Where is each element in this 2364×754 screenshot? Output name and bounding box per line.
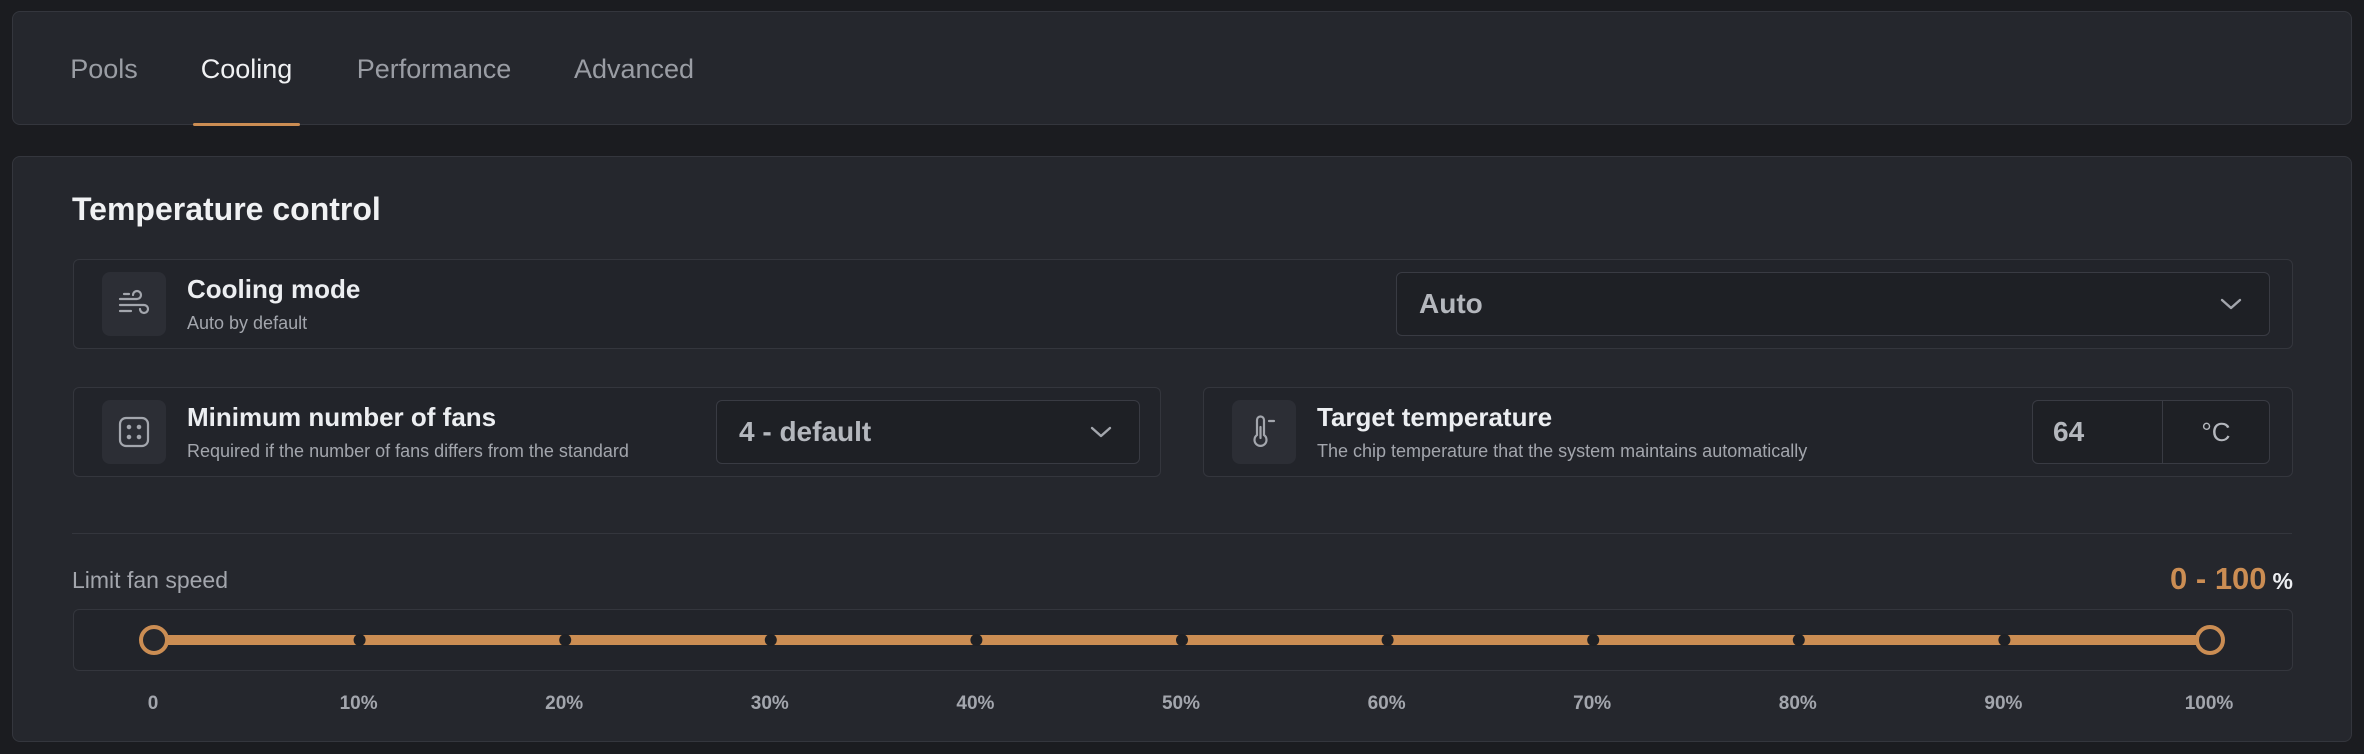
cooling-mode-row: Cooling mode Auto by default Auto xyxy=(73,259,2293,349)
cooling-mode-value: Auto xyxy=(1419,288,1483,319)
slider-handle-min[interactable] xyxy=(139,625,169,655)
slider-step-dot xyxy=(1792,634,1805,646)
cooling-mode-select[interactable]: Auto xyxy=(1396,272,2270,336)
tab-advanced[interactable]: Advanced xyxy=(565,12,703,126)
slider-tick-label: 100% xyxy=(2184,693,2234,714)
fan-speed-range: 0 - 100 xyxy=(2170,561,2267,596)
min-fans-value: 4 - default xyxy=(739,416,872,447)
slider-step-dot xyxy=(1176,634,1188,646)
min-fans-subtitle: Required if the number of fans differs f… xyxy=(187,441,629,461)
slider-handle-max[interactable] xyxy=(2195,625,2225,655)
slider-tick-label: 80% xyxy=(1778,693,1817,714)
tabs-bar: Pools Cooling Performance Advanced xyxy=(12,11,2352,126)
thermometer-icon xyxy=(1232,400,1296,464)
temperature-control-card: Temperature control Cooling mode Auto by… xyxy=(12,156,2352,742)
fan-speed-label: Limit fan speed xyxy=(72,567,228,593)
target-temperature-row: Target temperature The chip temperature … xyxy=(1203,387,2293,477)
slider-tick-label: 20% xyxy=(545,693,584,714)
target-temperature-unit: °C xyxy=(2201,416,2231,447)
slider-tick-label: 0 xyxy=(147,693,159,714)
chevron-down-icon xyxy=(2220,298,2242,310)
cooling-mode-title: Cooling mode xyxy=(187,274,361,304)
slider-tick-label: 50% xyxy=(1161,693,1201,714)
slider-step-dot xyxy=(970,634,983,646)
slider-step-dot xyxy=(559,634,572,646)
divider xyxy=(72,533,2292,534)
slider-tick-label: 10% xyxy=(339,693,378,714)
slider-tick-label: 60% xyxy=(1367,693,1406,714)
slider-tick-label: 40% xyxy=(956,693,995,714)
fan-speed-unit: % xyxy=(2272,568,2293,594)
slider-step-dot xyxy=(353,634,366,646)
tab-performance[interactable]: Performance xyxy=(348,12,520,126)
slider-step-dot xyxy=(764,634,777,646)
tab-pools[interactable]: Pools xyxy=(64,12,144,126)
cooling-mode-subtitle: Auto by default xyxy=(187,313,308,333)
slider-track[interactable] xyxy=(74,610,2294,672)
section-title: Temperature control xyxy=(72,191,381,227)
slider-step-dot xyxy=(1998,634,2011,646)
tab-cooling[interactable]: Cooling xyxy=(193,12,300,126)
slider-step-dot xyxy=(1587,634,1600,646)
fan-speed-slider[interactable] xyxy=(73,609,2293,671)
slider-tick-label: 90% xyxy=(1984,693,2023,714)
fan-dots-icon xyxy=(102,400,166,464)
fan-speed-range-display: 0 - 100 % xyxy=(2170,561,2293,597)
min-fans-title: Minimum number of fans xyxy=(187,402,497,432)
target-temperature-title: Target temperature xyxy=(1317,402,1553,432)
slider-step-dot xyxy=(1381,634,1394,646)
target-temperature-subtitle: The chip temperature that the system mai… xyxy=(1317,441,1808,461)
target-temperature-input[interactable]: 64 °C xyxy=(2032,400,2270,464)
slider-tick-label: 70% xyxy=(1573,693,1612,714)
min-fans-row: Minimum number of fans Required if the n… xyxy=(73,387,1161,477)
min-fans-select[interactable]: 4 - default xyxy=(716,400,1140,464)
wind-icon xyxy=(102,272,166,336)
chevron-down-icon xyxy=(1090,426,1112,438)
slider-tick-label: 30% xyxy=(750,693,789,714)
target-temperature-value[interactable]: 64 xyxy=(2033,401,2163,463)
